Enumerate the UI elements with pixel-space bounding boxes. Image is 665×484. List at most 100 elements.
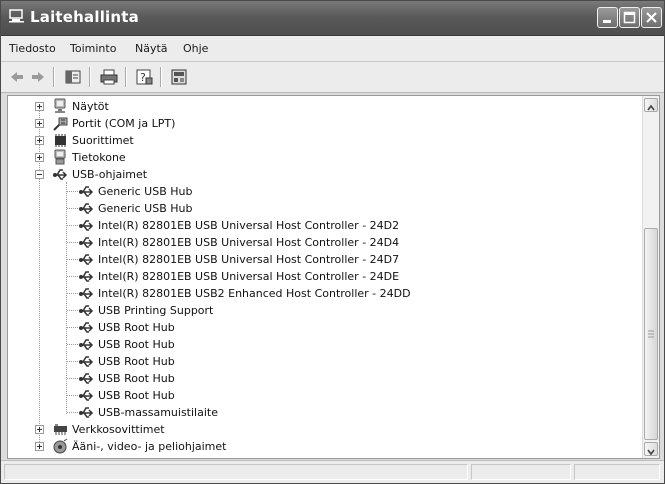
toolbar-separator: [160, 67, 162, 87]
status-bar: [1, 460, 664, 483]
tree-item-label: Intel(R) 82801EB USB Universal Host Cont…: [98, 236, 400, 249]
chevron-down-icon: [647, 449, 655, 456]
tree-line: [67, 293, 78, 294]
toolbar-separator: [89, 67, 91, 87]
tree-item-label: USB-ohjaimet: [72, 168, 148, 181]
tree-item-usb-device[interactable]: Intel(R) 82801EB USB Universal Host Cont…: [8, 217, 628, 234]
tree-item-usb-device[interactable]: USB Root Hub: [8, 336, 628, 353]
menu-bar: Tiedosto Toiminto Näytä Ohje: [1, 36, 664, 62]
menu-ohje[interactable]: Ohje: [183, 42, 208, 55]
maximize-button[interactable]: [619, 7, 640, 28]
tree-line: [67, 327, 78, 328]
console-tree-icon[interactable]: [63, 67, 83, 87]
tree-item-label: USB Printing Support: [98, 304, 214, 317]
vertical-scrollbar[interactable]: [642, 96, 659, 458]
tree-item-label: USB Root Hub: [98, 372, 175, 385]
device-tree: Näytöt Portit (COM ja LPT) Suorittimet T…: [8, 96, 642, 458]
device-manager-app-icon: [9, 9, 24, 23]
tree-item-label: USB-massamuistilaite: [98, 406, 218, 419]
expand-toggle[interactable]: [35, 425, 44, 434]
usb-device-icon: [79, 288, 94, 299]
tree-item-label: USB Root Hub: [98, 355, 175, 368]
scroll-up-button[interactable]: [644, 98, 658, 112]
close-button[interactable]: [641, 7, 662, 28]
status-pane: [471, 464, 571, 480]
device-manager-window: Laitehallinta Tiedosto Toiminto Näytä Oh…: [0, 0, 665, 484]
tree-item-usb-device[interactable]: Intel(R) 82801EB USB Universal Host Cont…: [8, 268, 628, 285]
tree-line: [67, 378, 78, 379]
chevron-up-icon: [647, 104, 655, 111]
tree-line: [67, 310, 78, 311]
tree-item-usb-device[interactable]: Generic USB Hub: [8, 200, 628, 217]
usb-device-icon: [79, 186, 94, 197]
tree-item-label: Generic USB Hub: [98, 202, 193, 215]
usb-device-icon: [79, 254, 94, 265]
expand-toggle[interactable]: [35, 153, 44, 162]
tree-item-usb-device[interactable]: Generic USB Hub: [8, 183, 628, 200]
processor-icon: [55, 134, 66, 147]
tree-item-label: USB Root Hub: [98, 338, 175, 351]
usb-device-icon: [79, 373, 94, 384]
tree-item-usb-device[interactable]: USB Root Hub: [8, 387, 628, 404]
tree-item-suorittimet[interactable]: Suorittimet: [8, 132, 628, 149]
usb-device-icon: [79, 390, 94, 401]
network-adapter-icon: [54, 424, 67, 435]
tree-item-portit[interactable]: Portit (COM ja LPT): [8, 115, 628, 132]
usb-icon: [53, 169, 68, 180]
grip-icon: [648, 330, 654, 338]
properties-icon[interactable]: [169, 67, 189, 87]
tree-item-label: Verkkosovittimet: [72, 423, 165, 436]
help-icon[interactable]: ?: [134, 67, 154, 87]
print-icon[interactable]: [99, 67, 119, 87]
tree-item-label: Intel(R) 82801EB USB Universal Host Cont…: [98, 219, 400, 232]
back-icon[interactable]: [7, 67, 27, 87]
window-title: Laitehallinta: [30, 8, 139, 26]
tree-line: [67, 259, 78, 260]
forward-icon[interactable]: [28, 67, 48, 87]
tree-item-nayto[interactable]: Näytöt: [8, 98, 628, 115]
tree-item-usb-ohjaimet[interactable]: USB-ohjaimet: [8, 166, 628, 183]
tree-item-usb-device[interactable]: Intel(R) 82801EB USB Universal Host Cont…: [8, 234, 628, 251]
usb-device-icon: [79, 237, 94, 248]
title-bar[interactable]: Laitehallinta: [1, 1, 664, 36]
usb-device-icon: [79, 305, 94, 316]
tree-item-label: USB Root Hub: [98, 389, 175, 402]
tree-item-usb-device[interactable]: USB Root Hub: [8, 319, 628, 336]
collapse-toggle[interactable]: [35, 170, 44, 179]
expand-toggle[interactable]: [35, 136, 44, 145]
expand-toggle[interactable]: [35, 119, 44, 128]
menu-nayta[interactable]: Näytä: [135, 42, 168, 55]
device-tree-panel: Näytöt Portit (COM ja LPT) Suorittimet T…: [7, 95, 660, 459]
scroll-down-button[interactable]: [644, 442, 658, 456]
tree-item-usb-device[interactable]: USB-massamuistilaite: [8, 404, 628, 421]
tree-item-usb-device[interactable]: Intel(R) 82801EB USB2 Enhanced Host Cont…: [8, 285, 628, 302]
tree-item-usb-device[interactable]: Intel(R) 82801EB USB Universal Host Cont…: [8, 251, 628, 268]
computer-icon: [54, 149, 66, 165]
tree-item-aani-video-peliohjaimet[interactable]: Ääni-, video- ja peliohjaimet: [8, 438, 628, 455]
tree-item-label: Ääni-, video- ja peliohjaimet: [72, 440, 227, 453]
tree-item-label: Intel(R) 82801EB USB2 Enhanced Host Cont…: [98, 287, 411, 300]
sound-icon: [53, 438, 68, 454]
tree-item-usb-device[interactable]: USB Printing Support: [8, 302, 628, 319]
tree-item-label: USB Root Hub: [98, 321, 175, 334]
scrollbar-thumb[interactable]: [644, 228, 658, 440]
menu-tiedosto[interactable]: Tiedosto: [9, 42, 56, 55]
tree-item-verkkosovittimet[interactable]: Verkkosovittimet: [8, 421, 628, 438]
status-pane: [574, 464, 660, 480]
tree-item-tietokone[interactable]: Tietokone: [8, 149, 628, 166]
menu-toiminto[interactable]: Toiminto: [70, 42, 116, 55]
maximize-icon: [623, 11, 636, 24]
toolbar: ?: [1, 62, 664, 93]
status-pane-main: [4, 464, 468, 480]
tree-line: [67, 208, 78, 209]
tree-line: [67, 191, 78, 192]
tree-line: [67, 344, 78, 345]
expand-toggle[interactable]: [35, 442, 44, 451]
expand-toggle[interactable]: [35, 102, 44, 111]
minimize-button[interactable]: [597, 7, 618, 28]
tree-item-usb-device[interactable]: USB Root Hub: [8, 370, 628, 387]
usb-device-icon: [79, 339, 94, 350]
tree-line: [67, 395, 78, 396]
tree-item-label: Intel(R) 82801EB USB Universal Host Cont…: [98, 270, 400, 283]
tree-item-usb-device[interactable]: USB Root Hub: [8, 353, 628, 370]
